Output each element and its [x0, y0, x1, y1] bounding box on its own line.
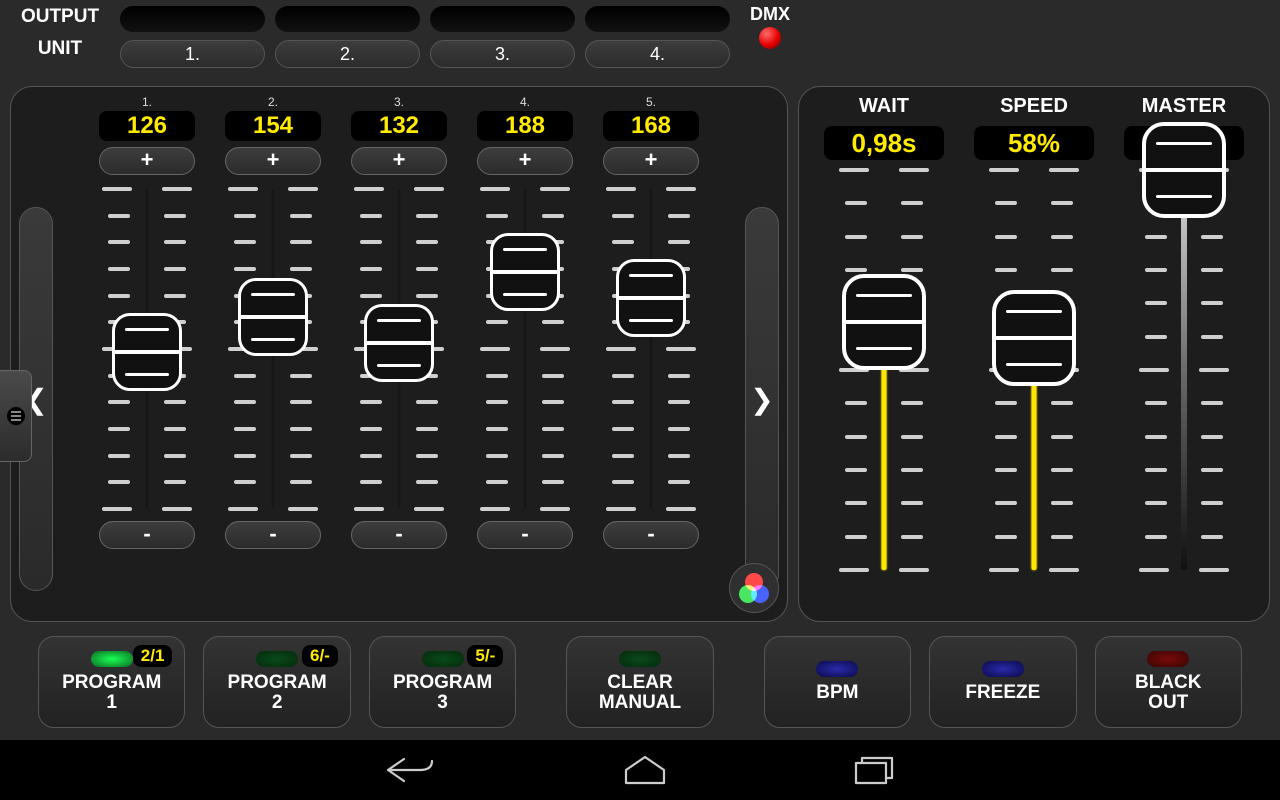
- channel-number: 1.: [142, 95, 152, 111]
- master-column: MASTER100%: [1122, 95, 1246, 570]
- channel-plus-button[interactable]: +: [351, 147, 447, 175]
- output-label: OUTPUT: [21, 6, 99, 28]
- channel-minus-button[interactable]: -: [603, 521, 699, 549]
- channel-minus-button[interactable]: -: [351, 521, 447, 549]
- wait-label: WAIT: [859, 95, 909, 118]
- blackout-button[interactable]: BLACKOUT: [1095, 636, 1242, 728]
- color-picker-button[interactable]: [729, 563, 779, 613]
- channel-panel: ❮ ❯ 1.126+2.154+3.132+4.188+5.168+ -----: [10, 86, 788, 622]
- unit-label: UNIT: [38, 38, 82, 60]
- fader-slider[interactable]: [839, 170, 929, 570]
- master-panel: WAIT 0,98s SPEED 58% MASTER100%: [798, 86, 1270, 622]
- channel-plus-button[interactable]: +: [99, 147, 195, 175]
- channel-next-button[interactable]: ❯: [745, 207, 779, 591]
- fader-knob[interactable]: [364, 304, 434, 382]
- led-icon: [1147, 651, 1189, 667]
- speed-column: SPEED 58%: [972, 95, 1096, 570]
- fader-slider[interactable]: [102, 189, 192, 509]
- fader-slider[interactable]: [480, 189, 570, 509]
- fader-slider[interactable]: [228, 189, 318, 509]
- channel-value: 188: [477, 111, 573, 141]
- channel-minus-button[interactable]: -: [477, 521, 573, 549]
- unit-button-4[interactable]: 4.: [585, 40, 730, 68]
- fader-slider[interactable]: [606, 189, 696, 509]
- fader-knob[interactable]: [238, 278, 308, 356]
- channel-value: 126: [99, 111, 195, 141]
- nav-back-icon[interactable]: [380, 753, 440, 787]
- fader-knob[interactable]: [490, 233, 560, 311]
- led-icon: [619, 651, 661, 667]
- channel-plus-button[interactable]: +: [225, 147, 321, 175]
- channel-value: 154: [225, 111, 321, 141]
- fader-slider[interactable]: [989, 170, 1079, 570]
- speed-value: 58%: [974, 126, 1094, 160]
- led-icon: [91, 651, 133, 667]
- wait-value: 0,98s: [824, 126, 944, 160]
- channel-minus-button[interactable]: -: [225, 521, 321, 549]
- freeze-button[interactable]: FREEZE: [929, 636, 1076, 728]
- program-3-button[interactable]: 5/- PROGRAM3: [369, 636, 516, 728]
- fader-knob[interactable]: [992, 290, 1076, 386]
- unit-button-2[interactable]: 2.: [275, 40, 420, 68]
- channel-number: 3.: [394, 95, 404, 111]
- channel-value: 168: [603, 111, 699, 141]
- bpm-button[interactable]: BPM: [764, 636, 911, 728]
- drawer-handle[interactable]: [0, 370, 32, 462]
- nav-recent-icon[interactable]: [850, 753, 900, 787]
- output-lcd-1: [120, 6, 265, 32]
- program-3-badge: 5/-: [467, 645, 503, 667]
- program-1-button[interactable]: 2/1 PROGRAM1: [38, 636, 185, 728]
- output-lcd-4: [585, 6, 730, 32]
- fader-knob[interactable]: [112, 313, 182, 391]
- speed-label: SPEED: [1000, 95, 1068, 118]
- program-1-badge: 2/1: [133, 645, 173, 667]
- program-2-badge: 6/-: [302, 645, 338, 667]
- unit-button-3[interactable]: 3.: [430, 40, 575, 68]
- fader-knob[interactable]: [1142, 122, 1226, 218]
- nav-home-icon[interactable]: [620, 753, 670, 787]
- fader-slider[interactable]: [354, 189, 444, 509]
- dmx-led-icon: [759, 27, 781, 49]
- wait-column: WAIT 0,98s: [822, 95, 946, 570]
- fader-knob[interactable]: [842, 274, 926, 370]
- channel-number: 4.: [520, 95, 530, 111]
- channel-value: 132: [351, 111, 447, 141]
- channel-number: 5.: [646, 95, 656, 111]
- led-icon: [256, 651, 298, 667]
- channel-number: 2.: [268, 95, 278, 111]
- led-icon: [982, 661, 1024, 677]
- fader-knob[interactable]: [616, 259, 686, 337]
- channel-plus-button[interactable]: +: [477, 147, 573, 175]
- fader-slider[interactable]: [1139, 170, 1229, 570]
- output-lcd-2: [275, 6, 420, 32]
- rgb-icon: [739, 573, 769, 603]
- program-2-button[interactable]: 6/- PROGRAM2: [203, 636, 350, 728]
- android-navbar: [0, 740, 1280, 800]
- unit-button-1[interactable]: 1.: [120, 40, 265, 68]
- channel-minus-button[interactable]: -: [99, 521, 195, 549]
- dmx-indicator: DMX: [750, 4, 790, 49]
- clear-manual-button[interactable]: CLEARMANUAL: [566, 636, 713, 728]
- channel-plus-button[interactable]: +: [603, 147, 699, 175]
- master-label: MASTER: [1142, 95, 1226, 118]
- output-lcd-3: [430, 6, 575, 32]
- led-icon: [816, 661, 858, 677]
- led-icon: [422, 651, 464, 667]
